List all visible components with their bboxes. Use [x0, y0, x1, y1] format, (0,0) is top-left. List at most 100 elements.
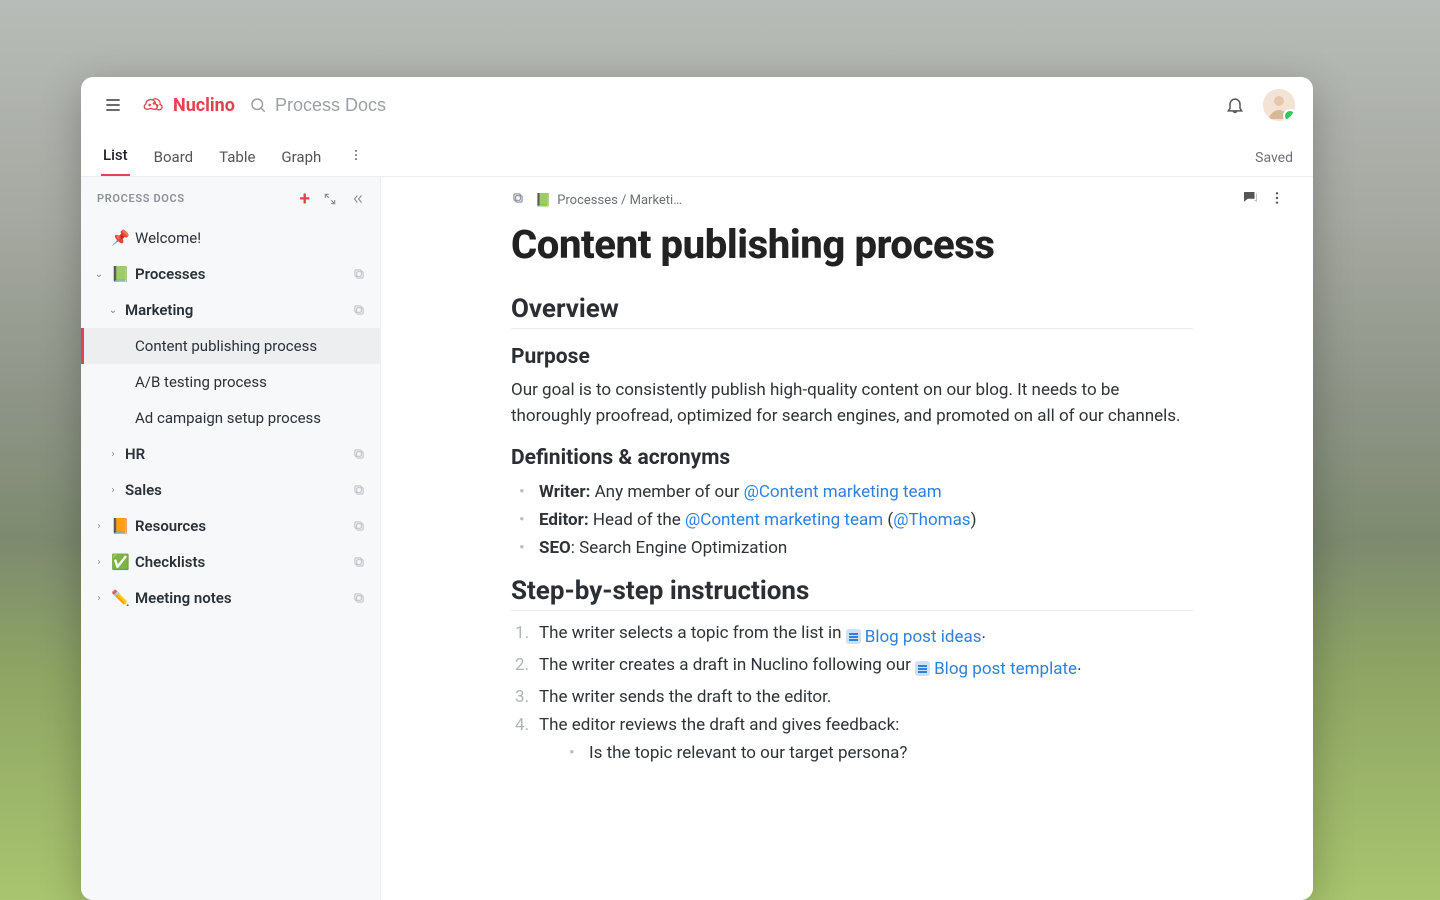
sidebar-item-label: Content publishing process — [135, 337, 366, 355]
book-orange-icon: 📙 — [111, 517, 129, 535]
chevron-down-icon: ⌄ — [107, 305, 119, 316]
list-item: Is the topic relevant to our target pers… — [585, 739, 1193, 767]
copy-icon[interactable] — [352, 303, 366, 317]
list-item: Editor: Head of the @Content marketing t… — [535, 506, 1193, 534]
doc-more-icon[interactable] — [1269, 190, 1285, 210]
collapse-sidebar-icon[interactable] — [350, 191, 366, 207]
view-tabs: List Board Table Graph Saved — [81, 133, 1313, 177]
sidebar-item-ad-campaign[interactable]: Ad campaign setup process — [81, 400, 380, 436]
page-icon — [915, 661, 930, 676]
chevron-right-icon: › — [93, 557, 105, 568]
page-link[interactable]: Blog post template — [915, 655, 1077, 683]
tab-board[interactable]: Board — [152, 138, 195, 176]
mention-link[interactable]: @Content marketing team — [744, 482, 942, 502]
book-green-icon: 📗 — [111, 265, 129, 283]
doc-toolbar: 📗 Processes / Marketi… — [381, 177, 1313, 211]
book-green-icon: 📗 — [535, 193, 551, 208]
heading-purpose: Purpose — [511, 345, 1193, 369]
top-bar: Nuclino — [81, 77, 1313, 133]
sidebar-item-label: Resources — [135, 517, 346, 535]
chevron-right-icon: › — [107, 449, 119, 460]
sidebar-item-hr[interactable]: › HR — [81, 436, 380, 472]
list-item: The writer selects a topic from the list… — [535, 619, 1193, 651]
list-item: The editor reviews the draft and gives f… — [535, 711, 1193, 767]
chevron-down-icon: ⌄ — [93, 269, 105, 280]
sidebar-title: PROCESS DOCS — [97, 192, 185, 205]
tab-list[interactable]: List — [101, 136, 130, 176]
list-item: The writer creates a draft in Nuclino fo… — [535, 651, 1193, 683]
sidebar-item-processes[interactable]: ⌄ 📗 Processes — [81, 256, 380, 292]
sidebar-item-checklists[interactable]: › ✅ Checklists — [81, 544, 380, 580]
menu-icon[interactable] — [99, 91, 127, 119]
chevron-right-icon: › — [93, 521, 105, 532]
search-icon — [249, 96, 267, 114]
tab-more-icon[interactable] — [345, 138, 367, 176]
sidebar-header: PROCESS DOCS + — [81, 177, 380, 216]
definitions-list: Writer: Any member of our @Content marke… — [511, 478, 1193, 562]
comments-icon[interactable] — [1241, 189, 1259, 211]
steps-list: The writer selects a topic from the list… — [511, 619, 1193, 767]
expand-icon[interactable] — [322, 191, 338, 207]
search-input[interactable] — [275, 95, 535, 116]
breadcrumb[interactable]: 📗 Processes / Marketi… — [535, 193, 682, 208]
copy-icon[interactable] — [352, 447, 366, 461]
sidebar-item-welcome[interactable]: 📌 Welcome! — [81, 220, 380, 256]
breadcrumb-text: Processes / Marketi… — [557, 193, 682, 208]
sub-list: Is the topic relevant to our target pers… — [561, 739, 1193, 767]
tab-table[interactable]: Table — [217, 138, 257, 176]
sidebar-item-label: HR — [125, 445, 346, 463]
sidebar: PROCESS DOCS + 📌 Welcome! ⌄ 📗 Processes — [81, 177, 381, 900]
paragraph-purpose: Our goal is to consistently publish high… — [511, 377, 1193, 430]
sidebar-item-label: A/B testing process — [135, 373, 366, 391]
logo-text: Nuclino — [173, 95, 235, 116]
sidebar-item-resources[interactable]: › 📙 Resources — [81, 508, 380, 544]
sidebar-item-sales[interactable]: › Sales — [81, 472, 380, 508]
copy-icon[interactable] — [352, 483, 366, 497]
copy-icon[interactable] — [352, 267, 366, 281]
check-icon: ✅ — [111, 553, 129, 571]
mention-link[interactable]: @Thomas — [893, 510, 970, 530]
page-link[interactable]: Blog post ideas — [846, 623, 982, 651]
pin-icon: 📌 — [111, 229, 129, 247]
sidebar-item-content-publishing[interactable]: Content publishing process — [81, 328, 380, 364]
save-status: Saved — [1255, 150, 1293, 176]
page-title: Content publishing process — [511, 221, 1193, 268]
copy-icon[interactable] — [352, 591, 366, 605]
sidebar-item-label: Welcome! — [135, 229, 366, 247]
sidebar-tree: 📌 Welcome! ⌄ 📗 Processes ⌄ Marketing Con… — [81, 216, 380, 624]
sidebar-item-label: Checklists — [135, 553, 346, 571]
notifications-icon[interactable] — [1221, 91, 1249, 119]
chevron-right-icon: › — [107, 485, 119, 496]
app-window: Nuclino List Board Table Graph Saved PRO… — [81, 77, 1313, 900]
body: PROCESS DOCS + 📌 Welcome! ⌄ 📗 Processes — [81, 177, 1313, 900]
copy-icon[interactable] — [511, 191, 525, 209]
main-panel: 📗 Processes / Marketi… Content publishin… — [381, 177, 1313, 900]
tab-graph[interactable]: Graph — [279, 138, 323, 176]
add-item-button[interactable]: + — [300, 189, 310, 208]
sidebar-item-label: Meeting notes — [135, 589, 346, 607]
logo[interactable]: Nuclino — [141, 92, 235, 118]
sidebar-item-meeting-notes[interactable]: › ✏️ Meeting notes — [81, 580, 380, 616]
list-item: The writer sends the draft to the editor… — [535, 683, 1193, 711]
heading-overview: Overview — [511, 294, 1193, 329]
sidebar-item-label: Sales — [125, 481, 346, 499]
list-item: Writer: Any member of our @Content marke… — [535, 478, 1193, 506]
copy-icon[interactable] — [352, 519, 366, 533]
heading-steps: Step-by-step instructions — [511, 576, 1193, 611]
sidebar-item-label: Marketing — [125, 301, 346, 319]
sidebar-item-label: Ad campaign setup process — [135, 409, 366, 427]
search[interactable] — [249, 95, 1207, 116]
avatar[interactable] — [1263, 89, 1295, 121]
mention-link[interactable]: @Content marketing team — [685, 510, 883, 530]
sidebar-item-marketing[interactable]: ⌄ Marketing — [81, 292, 380, 328]
document: Content publishing process Overview Purp… — [381, 211, 1313, 807]
sidebar-item-label: Processes — [135, 265, 346, 283]
sidebar-item-ab-testing[interactable]: A/B testing process — [81, 364, 380, 400]
chevron-right-icon: › — [93, 593, 105, 604]
list-item: SEO: Search Engine Optimization — [535, 534, 1193, 562]
brain-icon — [141, 92, 167, 118]
pencil-icon: ✏️ — [111, 589, 129, 607]
heading-definitions: Definitions & acronyms — [511, 446, 1193, 470]
page-icon — [846, 629, 861, 644]
copy-icon[interactable] — [352, 555, 366, 569]
